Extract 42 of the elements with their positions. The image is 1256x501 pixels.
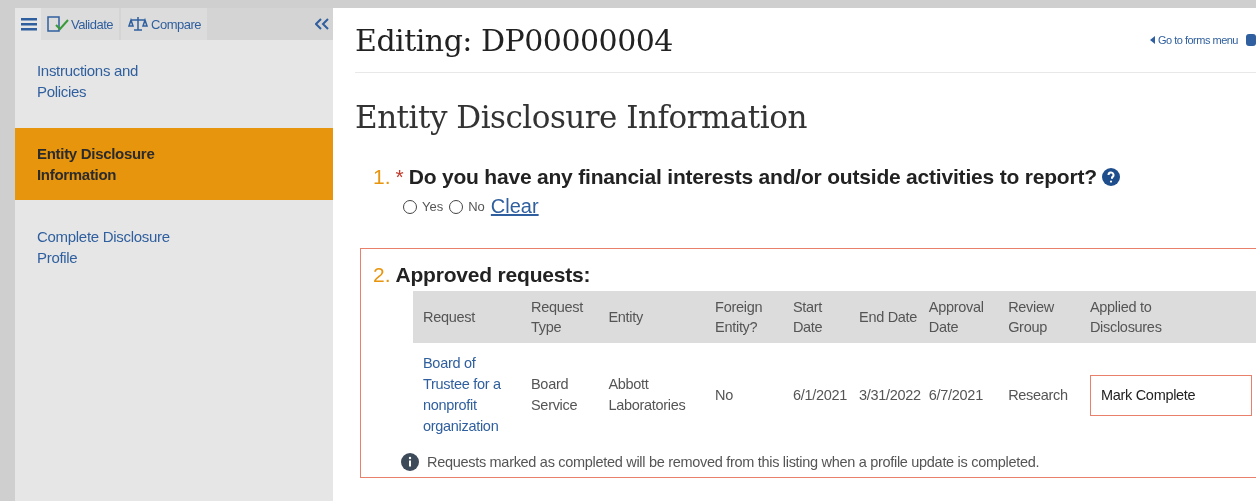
clear-link[interactable]: Clear [490,195,539,218]
column-header: Request Type [531,298,584,337]
question-text: Approved requests: [395,263,591,287]
sidebar-item[interactable]: Instructions and Policies [15,60,185,102]
collapse-icon[interactable] [315,18,329,30]
column-header: End Date [859,308,919,327]
question-text: Do you have any financial interests and/or outside activities to report? [408,165,1097,189]
column-header: Entity [608,308,644,327]
page-title: Editing: DP00000004 [355,22,673,58]
document-check-icon [47,16,69,32]
section-title: Entity Disclosure Information [355,99,808,135]
caret-icon [1149,36,1155,44]
info-icon [401,453,419,471]
column-header: Foreign Entity? [715,298,764,337]
column-header: Approval Date [928,298,985,337]
request-link[interactable]: Board of Trustee for a nonprofit organization [423,353,523,437]
compare-button[interactable]: Compare [121,8,207,40]
back-link[interactable]: Go to forms menu [1157,34,1238,46]
scales-icon [127,16,149,32]
table-cell: No [715,386,734,403]
validate-button[interactable]: Validate [41,8,119,40]
question-number: 2. [373,263,391,287]
radio-label: No [468,199,485,214]
sidebar-item[interactable]: Complete Disclosure Profile [15,226,185,268]
column-header: Request [423,308,476,327]
table-cell: Research [1008,386,1068,403]
info-note: Requests marked as completed will be removed from this listing when a profile update is completed. [427,454,1040,470]
sidebar-item[interactable]: Entity Disclosure Information [15,128,333,200]
column-header: Start Date [792,298,824,337]
table-cell: 3/31/2022 [859,386,921,403]
required-mark: * [395,165,404,189]
column-header: Review Group [1008,298,1055,337]
table-cell: 6/1/2021 [792,386,847,403]
table-cell: 6/7/2021 [928,386,983,403]
menu-icon[interactable] [21,17,37,31]
column-header: Applied to Disclosures [1089,298,1163,337]
help-icon[interactable] [1101,168,1120,186]
radio-label: Yes [422,199,444,214]
table-cell: Board Service [531,376,578,413]
status-dropdown[interactable]: Mark Complete [1089,374,1252,416]
question-number: 1. [373,165,391,189]
table-cell: Abbott Laboratories [608,376,686,413]
